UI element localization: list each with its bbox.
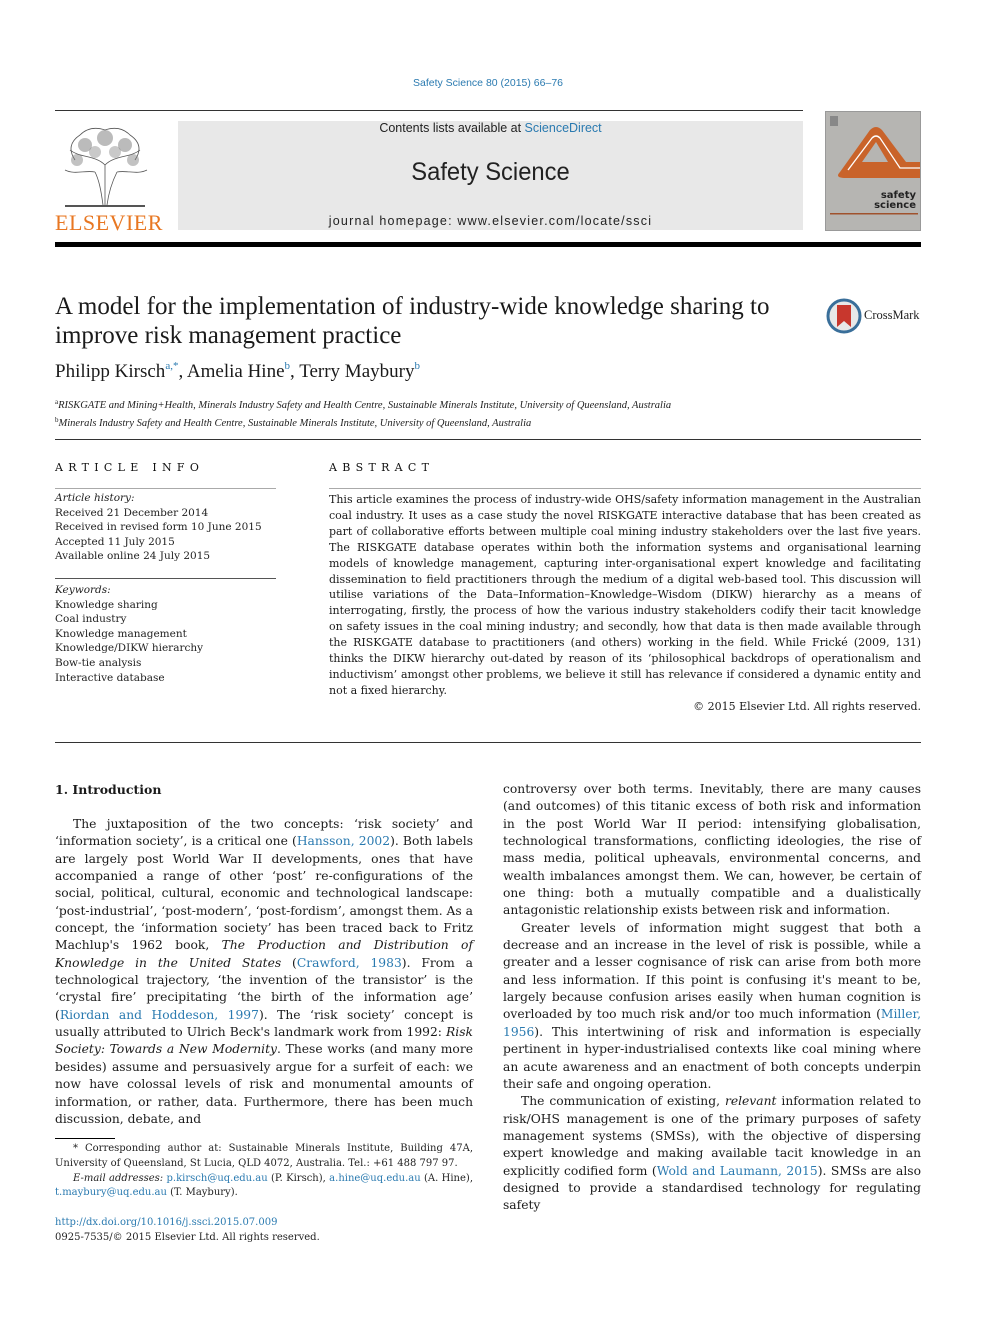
sciencedirect-link[interactable]: ScienceDirect (525, 121, 602, 135)
footnote-divider (55, 1138, 115, 1139)
footnotes: * Corresponding author at: Sustainable M… (55, 1142, 473, 1201)
divider (55, 742, 921, 743)
paragraph: controversy over both terms. Inevitably,… (503, 782, 921, 918)
paragraph: The communication of existing, relevant … (503, 1094, 921, 1213)
article-title: A model for the implementation of indust… (55, 293, 770, 349)
contents-prefix: Contents lists available at (379, 121, 525, 135)
header-divider (55, 242, 921, 247)
keyword: Interactive database (55, 671, 165, 684)
author-affiliation-marker[interactable]: b (414, 360, 420, 372)
crossmark-label: CrossMark (864, 308, 920, 322)
history-item: Available online 24 July 2015 (55, 550, 211, 563)
history-item: Received in revised form 10 June 2015 (55, 521, 262, 534)
body-column-left: The juxtaposition of the two concepts: ‘… (55, 816, 473, 1128)
keywords: Keywords: Knowledge sharing Coal industr… (55, 583, 276, 685)
section-heading: 1. Introduction (55, 782, 162, 797)
email-link[interactable]: p.kirsch@uq.edu.au (167, 1173, 268, 1184)
author-affiliation-marker[interactable]: a,* (165, 360, 178, 372)
affiliation-text: Minerals Industry Safety and Health Cent… (58, 418, 532, 429)
journal-citation-link[interactable]: Safety Science 80 (2015) 66–76 (0, 77, 976, 89)
history-label: Article history: (55, 492, 135, 504)
keyword: Knowledge/DIKW hierarchy (55, 642, 204, 655)
author-name[interactable]: Terry Maybury (299, 361, 414, 382)
cover-triangle-icon: safety science (830, 116, 920, 215)
publisher-wordmark: ELSEVIER (55, 210, 163, 235)
keyword: Bow-tie analysis (55, 656, 142, 669)
affiliations: aRISKGATE and Mining+Health, Minerals In… (55, 395, 671, 431)
keyword: Coal industry (55, 613, 127, 626)
divider (55, 110, 803, 111)
journal-cover-image[interactable]: safety science (825, 111, 921, 231)
divider (329, 488, 921, 489)
corresponding-author-note: * Corresponding author at: Sustainable M… (55, 1143, 473, 1169)
divider (55, 578, 276, 579)
email-link[interactable]: a.hine@uq.edu.au (329, 1173, 421, 1184)
divider (55, 439, 921, 440)
copyright: © 2015 Elsevier Ltd. All rights reserved… (693, 700, 921, 713)
contents-line: Contents lists available at ScienceDirec… (178, 121, 803, 135)
citation-link[interactable]: Crawford, 1983 (297, 956, 402, 970)
history-item: Accepted 11 July 2015 (55, 535, 175, 548)
citation-link[interactable]: Riordan and Hoddeson, 1997 (60, 1008, 259, 1022)
author-name[interactable]: Philipp Kirsch (55, 361, 165, 382)
abstract-text: This article examines the process of ind… (329, 493, 921, 697)
citation-link[interactable]: Wold and Laumann, 2015 (657, 1164, 818, 1178)
crossmark-icon (826, 298, 862, 334)
affiliation: aRISKGATE and Mining+Health, Minerals In… (55, 395, 671, 413)
journal-homepage[interactable]: journal homepage: www.elsevier.com/locat… (178, 214, 803, 228)
journal-title: Safety Science (411, 158, 570, 186)
doi-block: http://dx.doi.org/10.1016/j.ssci.2015.07… (55, 1216, 320, 1246)
email-link[interactable]: t.maybury@uq.edu.au (55, 1187, 167, 1198)
body-column-right: controversy over both terms. Inevitably,… (503, 781, 921, 1215)
affiliation-text: RISKGATE and Mining+Health, Minerals Ind… (58, 400, 672, 411)
cover-title-line2: science (874, 200, 916, 211)
history-item: Received 21 December 2014 (55, 506, 209, 519)
keywords-label: Keywords: (55, 584, 111, 596)
issn-copyright: 0925-7535/© 2015 Elsevier Ltd. All right… (55, 1231, 320, 1243)
abstract-heading: ABSTRACT (329, 461, 435, 474)
divider (55, 488, 276, 489)
doi-link[interactable]: http://dx.doi.org/10.1016/j.ssci.2015.07… (55, 1217, 277, 1228)
author-affiliation-marker[interactable]: b (285, 360, 291, 372)
article-history: Article history: Received 21 December 20… (55, 491, 276, 564)
paragraph: Greater levels of information might sugg… (503, 920, 921, 1091)
keyword: Knowledge sharing (55, 598, 158, 611)
affiliation: bMinerals Industry Safety and Health Cen… (55, 413, 671, 431)
keyword: Knowledge management (55, 627, 187, 640)
paragraph: The juxtaposition of the two concepts: ‘… (55, 817, 474, 1126)
citation-link[interactable]: Hansson, 2002 (297, 834, 390, 848)
author-name[interactable]: Amelia Hine (187, 361, 285, 382)
crossmark-button[interactable]: CrossMark (826, 298, 926, 334)
email-addresses: E-mail addresses: p.kirsch@uq.edu.au (P.… (55, 1172, 473, 1199)
author-list: Philipp Kirscha,*, Amelia Hineb, Terry M… (55, 360, 420, 382)
article-info-heading: ARTICLE INFO (55, 461, 205, 474)
